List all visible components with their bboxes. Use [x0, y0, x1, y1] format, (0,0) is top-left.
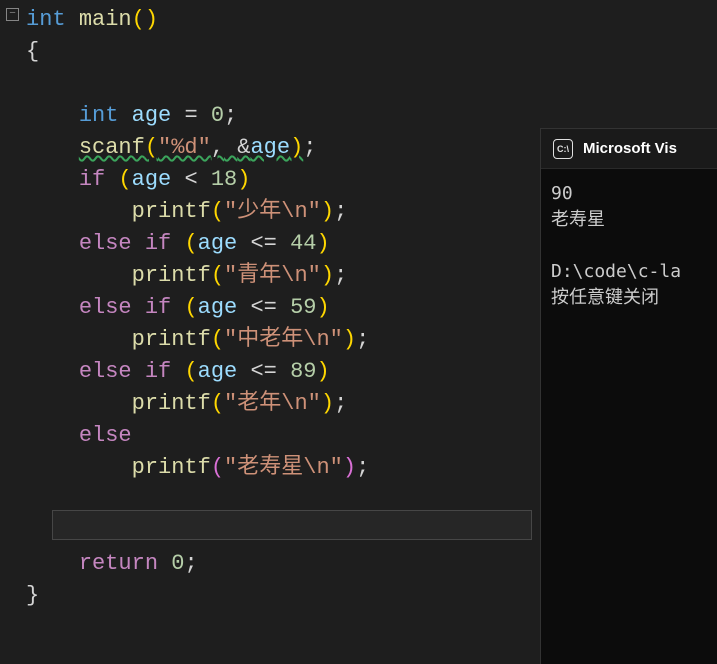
function-main: main — [79, 7, 132, 32]
gutter: − — [0, 0, 24, 664]
code-content[interactable]: int main() { int age = 0; scanf("%d", &a… — [26, 4, 369, 612]
console-line: D:\code\c-la — [551, 261, 681, 282]
scanf-call: scanf — [79, 135, 145, 160]
keyword-int: int — [26, 7, 66, 32]
console-titlebar[interactable]: C:\ Microsoft Vis — [541, 129, 717, 169]
open-brace: { — [26, 39, 39, 64]
console-line: 老寿星 — [551, 209, 605, 230]
console-line: 按任意键关闭 — [551, 287, 659, 308]
console-line: 90 — [551, 183, 573, 204]
close-brace: } — [26, 583, 39, 608]
terminal-icon: C:\ — [553, 139, 573, 159]
console-window[interactable]: C:\ Microsoft Vis 90 老寿星 D:\code\c-la 按任… — [540, 128, 717, 664]
fold-minus-icon[interactable]: − — [6, 8, 19, 21]
console-title: Microsoft Vis — [583, 140, 677, 157]
console-output[interactable]: 90 老寿星 D:\code\c-la 按任意键关闭 — [541, 169, 717, 323]
